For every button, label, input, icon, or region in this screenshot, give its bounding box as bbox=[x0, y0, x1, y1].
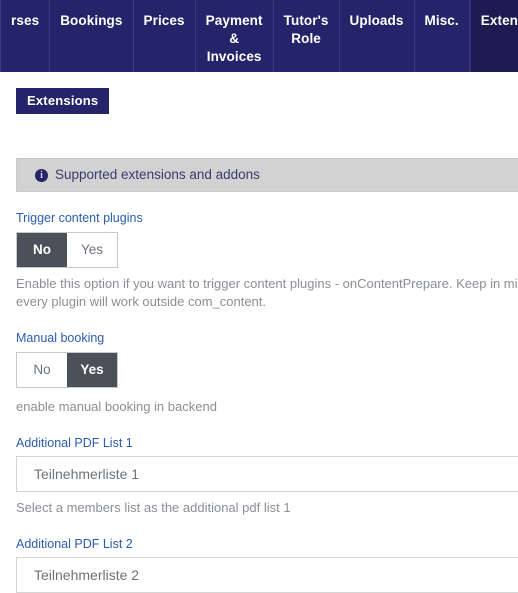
toggle-option-yes[interactable]: Yes bbox=[67, 232, 117, 267]
field-help-text: Select a members list as the additional … bbox=[16, 500, 291, 516]
nav-item-tutors-role[interactable]: Tutor's Role bbox=[274, 0, 340, 72]
field-help-text: enable manual booking in backend bbox=[16, 398, 217, 414]
field-label: Additional PDF List 2 bbox=[16, 536, 133, 551]
nav-item-uploads[interactable]: Uploads bbox=[340, 0, 415, 72]
nav-item-label-line1: Payment bbox=[205, 13, 263, 28]
info-alert: i Supported extensions and addons bbox=[16, 158, 518, 192]
info-icon: i bbox=[35, 168, 48, 182]
nav-item-misc[interactable]: Misc. bbox=[415, 0, 470, 72]
nav-item-bookings[interactable]: Bookings bbox=[50, 0, 134, 72]
select-additional-pdf-list-1[interactable]: Teilnehmerliste 1 bbox=[16, 456, 518, 493]
toggle-option-no[interactable]: No bbox=[17, 232, 67, 267]
nav-item-label-line2: Role bbox=[291, 31, 321, 47]
nav-item-label: Uploads bbox=[349, 13, 404, 28]
field-label: Manual booking bbox=[16, 331, 105, 346]
nav-item-label: rses bbox=[11, 13, 40, 28]
nav-item-label: Bookings bbox=[60, 13, 123, 28]
main-navigation: rses Bookings Prices Payment & Invoices … bbox=[0, 0, 518, 72]
nav-item-extensions[interactable]: Extensions bbox=[469, 0, 518, 72]
field-help-text: Enable this option if you want to trigge… bbox=[16, 275, 518, 310]
toggle-trigger-content-plugins[interactable]: No Yes bbox=[16, 231, 118, 268]
field-trigger-content-plugins: Trigger content plugins No Yes Enable th… bbox=[0, 212, 518, 312]
field-manual-booking: Manual booking No Yes enable manual book… bbox=[0, 332, 518, 416]
page-title-row: Extensions bbox=[0, 72, 518, 114]
toggle-option-no[interactable]: No bbox=[17, 352, 67, 387]
nav-item-label: Misc. bbox=[424, 13, 459, 28]
nav-item-label-line3: Invoices bbox=[206, 49, 262, 65]
page-title: Extensions bbox=[16, 88, 110, 114]
field-additional-pdf-list-1: Additional PDF List 1 Teilnehmerliste 1 … bbox=[0, 437, 518, 518]
page-content: Extensions i Supported extensions and ad… bbox=[0, 72, 518, 593]
nav-item-label-line1: Tutor's bbox=[283, 13, 329, 28]
nav-item-payment-invoices[interactable]: Payment & Invoices bbox=[196, 0, 274, 72]
nav-item-courses[interactable]: rses bbox=[0, 0, 51, 72]
field-label: Trigger content plugins bbox=[16, 211, 143, 225]
nav-item-label: Extensions bbox=[480, 13, 518, 28]
nav-item-label-line2: & bbox=[229, 31, 240, 47]
nav-item-label: Prices bbox=[143, 13, 185, 28]
nav-item-prices[interactable]: Prices bbox=[134, 0, 196, 72]
toggle-manual-booking[interactable]: No Yes bbox=[16, 351, 118, 388]
select-additional-pdf-list-2[interactable]: Teilnehmerliste 2 bbox=[16, 557, 518, 593]
toggle-option-yes[interactable]: Yes bbox=[67, 352, 117, 387]
field-label: Additional PDF List 1 bbox=[16, 435, 133, 450]
info-alert-text: Supported extensions and addons bbox=[55, 167, 260, 183]
field-additional-pdf-list-2: Additional PDF List 2 Teilnehmerliste 2 bbox=[0, 538, 518, 593]
